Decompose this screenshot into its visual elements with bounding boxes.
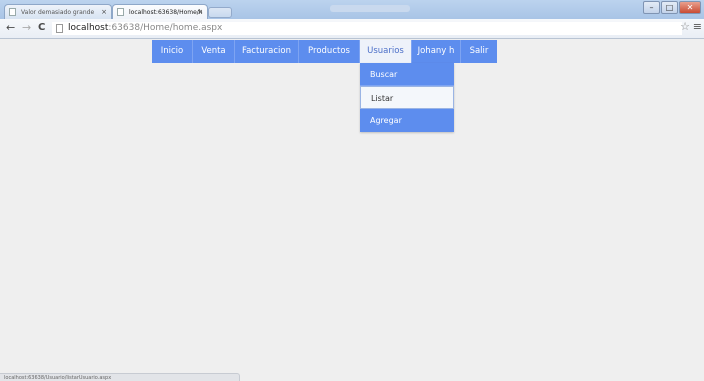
menu-item-usuarios[interactable]: Usuarios bbox=[360, 40, 412, 63]
menu-item-facturacion[interactable]: Facturacion bbox=[235, 40, 299, 63]
status-bar: localhost:63638/Usuario/listarUsuario.as… bbox=[0, 373, 240, 381]
reload-icon[interactable]: C bbox=[38, 21, 45, 35]
tab-title: localhost:63638/Home/h bbox=[129, 9, 203, 16]
window-title bbox=[330, 5, 410, 12]
address-bar[interactable]: localhost:63638/Home/home.aspx bbox=[52, 22, 682, 35]
dropdown-item-buscar[interactable]: Buscar bbox=[360, 63, 454, 86]
window-controls: – □ ✕ bbox=[643, 1, 701, 15]
browser-toolbar: ← → C localhost:63638/Home/home.aspx ☆ ≡ bbox=[0, 19, 704, 39]
browser-tabstrip: Valor demasiado grande × localhost:63638… bbox=[0, 0, 704, 19]
tab-close-icon[interactable]: × bbox=[101, 5, 107, 19]
menu-item-venta[interactable]: Venta bbox=[193, 40, 235, 63]
usuarios-dropdown: Buscar Listar Agregar bbox=[360, 63, 454, 132]
main-menu: Inicio Venta Facturacion Productos Usuar… bbox=[152, 40, 497, 63]
page-icon bbox=[56, 24, 63, 33]
dropdown-item-agregar[interactable]: Agregar bbox=[360, 109, 454, 132]
minimize-button[interactable]: – bbox=[643, 1, 660, 14]
menu-item-salir[interactable]: Salir bbox=[461, 40, 497, 63]
url-text: localhost:63638/Home/home.aspx bbox=[68, 23, 223, 33]
menu-item-inicio[interactable]: Inicio bbox=[152, 40, 193, 63]
maximize-button[interactable]: □ bbox=[661, 1, 678, 14]
menu-item-johany[interactable]: Johany h bbox=[412, 40, 461, 63]
browser-menu-icon[interactable]: ≡ bbox=[693, 20, 702, 34]
page-icon bbox=[117, 8, 124, 16]
menu-item-productos[interactable]: Productos bbox=[299, 40, 360, 63]
browser-tab-2[interactable]: localhost:63638/Home/h × bbox=[112, 4, 208, 19]
back-icon[interactable]: ← bbox=[6, 21, 15, 35]
tab-close-icon[interactable]: × bbox=[197, 5, 203, 19]
close-button[interactable]: ✕ bbox=[679, 1, 701, 14]
dropdown-item-listar[interactable]: Listar bbox=[360, 86, 454, 109]
page-icon bbox=[9, 8, 16, 16]
forward-icon[interactable]: → bbox=[22, 21, 31, 35]
bookmark-star-icon[interactable]: ☆ bbox=[680, 20, 690, 34]
browser-tab-1[interactable]: Valor demasiado grande × bbox=[4, 4, 112, 19]
new-tab-button[interactable] bbox=[208, 7, 232, 18]
tab-title: Valor demasiado grande bbox=[21, 9, 95, 16]
